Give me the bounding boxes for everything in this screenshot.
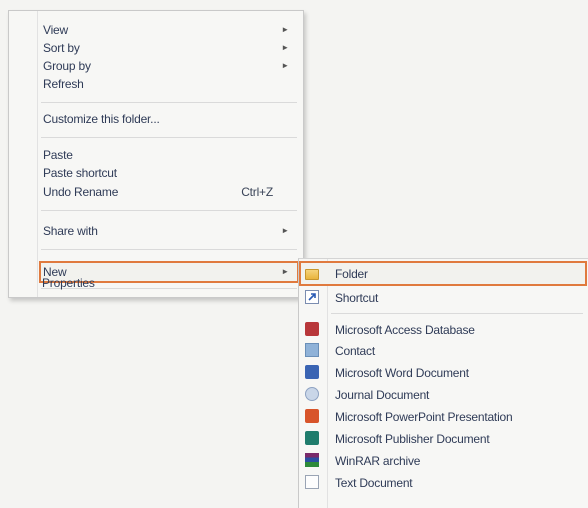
submenu-item-publisher[interactable]: Microsoft Publisher Document bbox=[299, 428, 588, 450]
menu-separator bbox=[41, 210, 297, 211]
menu-item-label: Paste shortcut bbox=[43, 166, 117, 180]
submenu-item-label: WinRAR archive bbox=[335, 454, 421, 468]
submenu-item-label: Microsoft Publisher Document bbox=[335, 432, 490, 446]
submenu-item-shortcut[interactable]: Shortcut bbox=[299, 287, 588, 309]
submenu-item-journal[interactable]: Journal Document bbox=[299, 384, 588, 406]
menu-item-refresh[interactable]: Refresh bbox=[43, 74, 295, 94]
submenu-item-label: Contact bbox=[335, 344, 375, 358]
submenu-item-label: Journal Document bbox=[335, 388, 430, 402]
text-icon bbox=[305, 475, 319, 489]
submenu-item-label: Text Document bbox=[335, 476, 413, 490]
context-menu: View ► Sort by ► Group by ► Refresh Cust… bbox=[8, 10, 304, 298]
word-icon bbox=[305, 365, 319, 379]
menu-item-label: Paste bbox=[43, 148, 73, 162]
journal-icon bbox=[305, 387, 319, 401]
menu-item-paste-shortcut[interactable]: Paste shortcut bbox=[43, 163, 295, 183]
winrar-icon bbox=[305, 453, 319, 467]
submenu-arrow-icon: ► bbox=[281, 226, 289, 235]
menu-item-label: View bbox=[43, 23, 68, 37]
submenu-separator bbox=[331, 313, 583, 314]
submenu-arrow-icon: ► bbox=[281, 61, 289, 70]
submenu-arrow-icon: ► bbox=[281, 25, 289, 34]
submenu-item-folder[interactable]: Folder bbox=[299, 263, 588, 285]
menu-item-properties[interactable]: Properties bbox=[42, 273, 292, 293]
new-submenu: Folder Shortcut Microsoft Access Databas… bbox=[298, 258, 588, 508]
submenu-arrow-icon: ► bbox=[281, 43, 289, 52]
menu-separator bbox=[41, 137, 297, 138]
menu-item-label: Sort by bbox=[43, 41, 80, 55]
menu-item-label: Properties bbox=[42, 276, 95, 290]
submenu-item-label: Microsoft Word Document bbox=[335, 366, 469, 380]
shortcut-icon bbox=[305, 290, 319, 304]
access-icon bbox=[305, 322, 319, 336]
menu-item-label: Share with bbox=[43, 224, 98, 238]
menu-item-label: Customize this folder... bbox=[43, 112, 160, 126]
menu-item-undo-rename[interactable]: Undo Rename Ctrl+Z bbox=[43, 182, 295, 202]
shortcut-text: Ctrl+Z bbox=[241, 185, 273, 199]
menu-item-paste[interactable]: Paste bbox=[43, 145, 295, 165]
menu-item-customize-folder[interactable]: Customize this folder... bbox=[43, 109, 295, 129]
submenu-item-text[interactable]: Text Document bbox=[299, 472, 588, 494]
publisher-icon bbox=[305, 431, 319, 445]
submenu-item-powerpoint[interactable]: Microsoft PowerPoint Presentation bbox=[299, 406, 588, 428]
submenu-item-access[interactable]: Microsoft Access Database bbox=[299, 319, 588, 341]
submenu-item-label: Shortcut bbox=[335, 291, 379, 305]
submenu-item-label: Microsoft PowerPoint Presentation bbox=[335, 410, 513, 424]
contact-icon bbox=[305, 343, 319, 357]
menu-item-share-with[interactable]: Share with ► bbox=[43, 221, 295, 241]
submenu-item-contact[interactable]: Contact bbox=[299, 340, 588, 362]
menu-item-label: Refresh bbox=[43, 77, 84, 91]
powerpoint-icon bbox=[305, 409, 319, 423]
menu-item-label: Group by bbox=[43, 59, 91, 73]
submenu-item-word[interactable]: Microsoft Word Document bbox=[299, 362, 588, 384]
menu-separator bbox=[41, 102, 297, 103]
submenu-item-label: Folder bbox=[335, 267, 368, 281]
menu-item-group-by[interactable]: Group by ► bbox=[43, 56, 295, 76]
menu-item-sort-by[interactable]: Sort by ► bbox=[43, 38, 295, 58]
menu-separator bbox=[41, 249, 297, 250]
menu-item-label: Undo Rename bbox=[43, 185, 119, 199]
submenu-item-label: Microsoft Access Database bbox=[335, 323, 475, 337]
menu-item-view[interactable]: View ► bbox=[43, 20, 295, 40]
folder-icon bbox=[305, 269, 319, 280]
submenu-item-winrar[interactable]: WinRAR archive bbox=[299, 450, 588, 472]
